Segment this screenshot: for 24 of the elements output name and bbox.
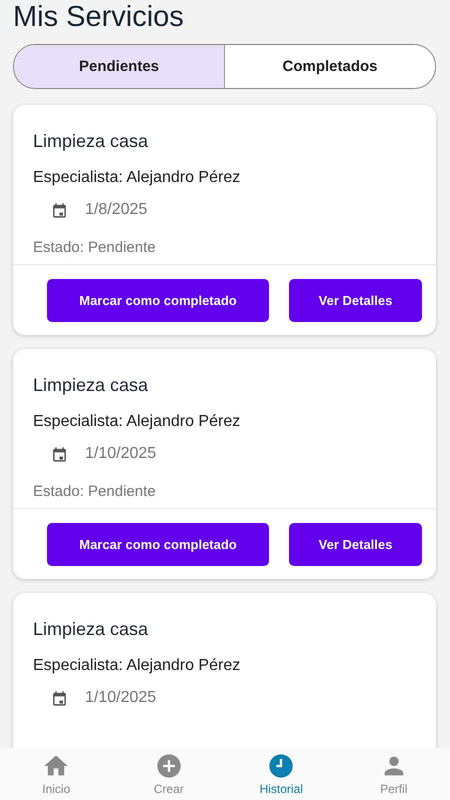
status-text: Estado: Pendiente: [33, 483, 157, 500]
filter-tab[interactable]: Pendientes: [14, 45, 224, 88]
service-date: 1/8/2025: [85, 201, 148, 219]
filter-tab[interactable]: Completados: [224, 45, 435, 88]
calendar-icon: [51, 446, 68, 462]
service-date: 1/10/2025: [85, 689, 156, 707]
complete-button[interactable]: Marcar como completado: [47, 279, 269, 322]
page-title: Mis Servicios: [13, 0, 185, 34]
status-text: Estado: Pendiente: [33, 239, 157, 256]
service-title: Limpieza casa: [33, 375, 150, 396]
service-date: 1/10/2025: [85, 445, 156, 463]
service-title: Limpieza casa: [33, 619, 150, 640]
calendar-icon: [51, 690, 68, 706]
complete-button[interactable]: Marcar como completado: [47, 523, 269, 566]
specialist-text: Especialista: Alejandro Pérez: [33, 657, 242, 675]
plus-icon[interactable]: [154, 752, 183, 780]
specialist-text: Especialista: Alejandro Pérez: [33, 169, 242, 187]
clock-icon[interactable]: [267, 752, 296, 780]
nav-label[interactable]: Historial: [260, 782, 303, 796]
calendar-icon: [51, 202, 68, 218]
details-button[interactable]: Ver Detalles: [289, 279, 422, 322]
specialist-text: Especialista: Alejandro Pérez: [33, 413, 242, 431]
service-title: Limpieza casa: [33, 131, 150, 152]
details-button[interactable]: Ver Detalles: [289, 523, 422, 566]
